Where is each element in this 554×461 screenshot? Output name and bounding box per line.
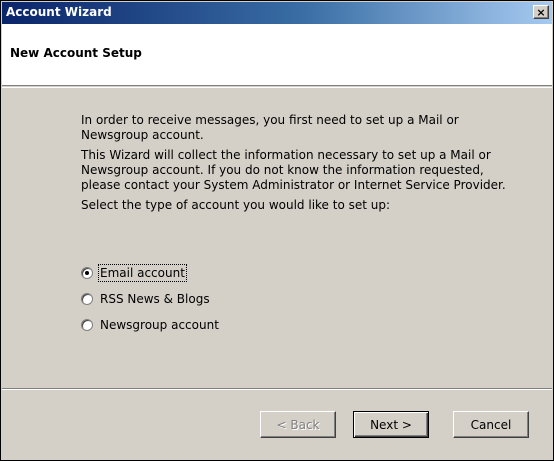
radio-option-email[interactable]: Email account (81, 263, 219, 283)
radio-button-email[interactable] (81, 267, 93, 279)
instruction-paragraph: Select the type of account you would lik… (81, 198, 391, 212)
cancel-button[interactable]: Cancel (453, 411, 529, 438)
intro-paragraph: In order to receive messages, you first … (81, 113, 459, 142)
back-button[interactable]: < Back (260, 411, 336, 438)
title-bar[interactable]: Account Wizard × (2, 2, 552, 24)
account-wizard-window: Account Wizard × New Account Setup In or… (0, 0, 554, 461)
account-type-group: Email account RSS News & Blogs Newsgroup… (81, 263, 219, 341)
radio-button-newsgroup[interactable] (81, 319, 93, 331)
page-title: New Account Setup (10, 46, 142, 60)
close-button[interactable]: × (533, 5, 549, 19)
info-paragraph: This Wizard will collect the information… (81, 148, 506, 192)
wizard-header: New Account Setup (2, 24, 552, 86)
radio-label-newsgroup[interactable]: Newsgroup account (100, 318, 219, 332)
next-button[interactable]: Next > (353, 411, 429, 438)
radio-label-rss[interactable]: RSS News & Blogs (100, 292, 210, 306)
footer-divider-highlight (2, 389, 552, 390)
window-title: Account Wizard (6, 5, 112, 19)
radio-option-rss[interactable]: RSS News & Blogs (81, 289, 219, 309)
header-divider (2, 87, 552, 88)
radio-option-newsgroup[interactable]: Newsgroup account (81, 315, 219, 335)
wizard-content: In order to receive messages, you first … (81, 113, 521, 218)
radio-button-rss[interactable] (81, 293, 93, 305)
close-icon: × (536, 5, 546, 19)
radio-label-email[interactable]: Email account (98, 264, 187, 282)
